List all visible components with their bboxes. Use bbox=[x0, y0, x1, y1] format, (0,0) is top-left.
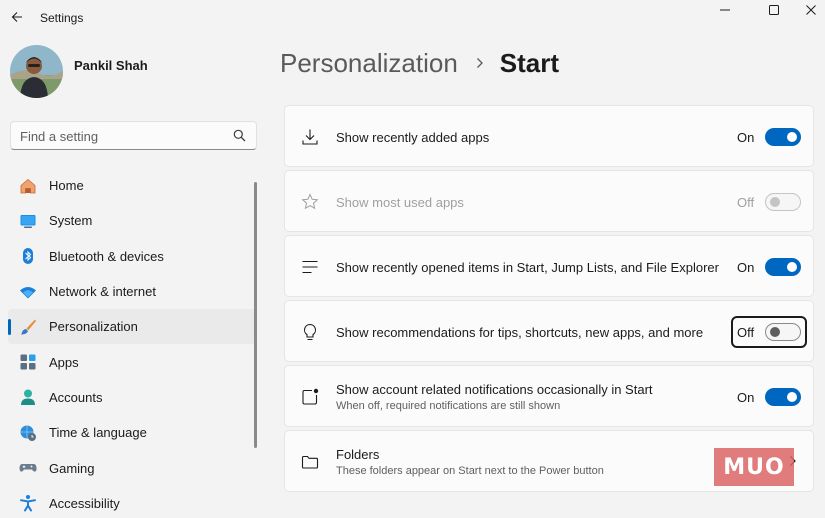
accessibility-icon bbox=[19, 494, 37, 512]
sidebar-item-label: Time & language bbox=[49, 425, 147, 441]
minimize-icon bbox=[720, 9, 730, 11]
gamepad-icon bbox=[19, 459, 37, 477]
search-icon[interactable] bbox=[233, 129, 246, 142]
sidebar-nav: Home System Bluetooth & devices Network … bbox=[8, 168, 256, 518]
sidebar-item-label: Accessibility bbox=[49, 495, 120, 511]
recommendations-toggle[interactable] bbox=[765, 323, 801, 341]
sidebar-item-label: Bluetooth & devices bbox=[49, 248, 164, 264]
accounts-icon bbox=[19, 388, 37, 406]
download-icon bbox=[300, 127, 320, 147]
notification-badge-icon bbox=[300, 387, 320, 407]
close-icon bbox=[806, 5, 816, 15]
sidebar-item-label: Accounts bbox=[49, 389, 103, 405]
sidebar-item-label: Personalization bbox=[49, 319, 138, 335]
setting-row-recommendations: Show recommendations for tips, shortcuts… bbox=[284, 300, 814, 362]
setting-row-account-notifications: Show account related notifications occas… bbox=[284, 365, 814, 427]
setting-title: Show recently opened items in Start, Jum… bbox=[336, 260, 719, 275]
close-button[interactable] bbox=[801, 2, 821, 18]
recently-opened-items-toggle[interactable] bbox=[765, 258, 801, 276]
sidebar-item-apps[interactable]: Apps bbox=[8, 344, 256, 379]
toggle-state-label: On bbox=[737, 130, 755, 145]
maximize-button[interactable] bbox=[764, 2, 784, 18]
sidebar-item-label: Gaming bbox=[49, 460, 95, 476]
system-icon bbox=[19, 212, 37, 230]
star-icon bbox=[300, 192, 320, 212]
recently-added-apps-toggle[interactable] bbox=[765, 128, 801, 146]
search-input[interactable] bbox=[20, 127, 230, 145]
setting-title: Show most used apps bbox=[336, 195, 464, 210]
most-used-apps-toggle[interactable] bbox=[765, 193, 801, 211]
apps-icon bbox=[19, 353, 37, 371]
setting-description: When off, required notifications are sti… bbox=[336, 400, 561, 412]
sidebar-item-label: System bbox=[49, 213, 93, 229]
watermark-text: MUO bbox=[723, 454, 785, 480]
setting-title: Show recently added apps bbox=[336, 130, 490, 145]
setting-title: Show account related notifications occas… bbox=[336, 382, 653, 397]
sidebar-item-label: Home bbox=[49, 178, 84, 194]
setting-title: Show recommendations for tips, shortcuts… bbox=[336, 325, 704, 340]
sidebar-item-network-internet[interactable]: Network & internet bbox=[8, 274, 256, 309]
user-name: Pankil Shah bbox=[74, 58, 148, 73]
setting-row-recently-added-apps: Show recently added apps On bbox=[284, 105, 814, 167]
home-icon bbox=[19, 177, 37, 195]
setting-title: Folders bbox=[336, 447, 380, 462]
sidebar-item-system[interactable]: System bbox=[8, 203, 256, 238]
watermark-logo: MUO bbox=[714, 448, 794, 486]
sidebar-scrollbar[interactable] bbox=[254, 182, 257, 448]
bluetooth-icon bbox=[19, 247, 37, 265]
maximize-icon bbox=[769, 5, 779, 15]
minimize-button[interactable] bbox=[715, 2, 735, 18]
chevron-right-icon bbox=[476, 57, 486, 69]
globe-clock-icon bbox=[19, 424, 37, 442]
sidebar-item-label: Apps bbox=[49, 354, 79, 370]
back-button[interactable] bbox=[6, 6, 28, 28]
sidebar-item-bluetooth-devices[interactable]: Bluetooth & devices bbox=[8, 239, 256, 274]
toggle-state-label: On bbox=[737, 260, 755, 275]
setting-row-most-used-apps: Show most used apps Off bbox=[284, 170, 814, 232]
app-title: Settings bbox=[40, 11, 84, 25]
setting-description: These folders appear on Start next to th… bbox=[336, 465, 604, 477]
breadcrumb-parent-link[interactable]: Personalization bbox=[280, 48, 458, 79]
lightbulb-icon bbox=[300, 322, 320, 342]
wifi-icon bbox=[19, 283, 37, 301]
sidebar-item-personalization[interactable]: Personalization bbox=[8, 309, 256, 345]
brush-icon bbox=[19, 318, 37, 336]
sidebar-item-time-language[interactable]: Time & language bbox=[8, 415, 256, 450]
toggle-state-label: Off bbox=[737, 195, 755, 210]
page-title: Start bbox=[499, 47, 560, 78]
sidebar-item-gaming[interactable]: Gaming bbox=[8, 450, 256, 485]
sidebar-item-accounts[interactable]: Accounts bbox=[8, 380, 256, 415]
setting-row-recently-opened-items: Show recently opened items in Start, Jum… bbox=[284, 235, 814, 297]
sidebar-item-label: Network & internet bbox=[49, 284, 156, 300]
list-icon bbox=[300, 257, 320, 277]
title-bar: Settings bbox=[0, 0, 825, 36]
avatar[interactable] bbox=[10, 45, 63, 98]
search-box[interactable] bbox=[10, 121, 257, 150]
sidebar-item-home[interactable]: Home bbox=[8, 168, 256, 203]
breadcrumb: Personalization Start bbox=[280, 46, 559, 80]
user-photo-icon bbox=[10, 45, 63, 98]
account-notifications-toggle[interactable] bbox=[765, 388, 801, 406]
folder-icon bbox=[300, 452, 320, 472]
back-arrow-icon bbox=[11, 12, 22, 22]
toggle-state-label: On bbox=[737, 390, 755, 405]
toggle-state-label: Off bbox=[737, 325, 755, 340]
sidebar-item-accessibility[interactable]: Accessibility bbox=[8, 486, 256, 518]
